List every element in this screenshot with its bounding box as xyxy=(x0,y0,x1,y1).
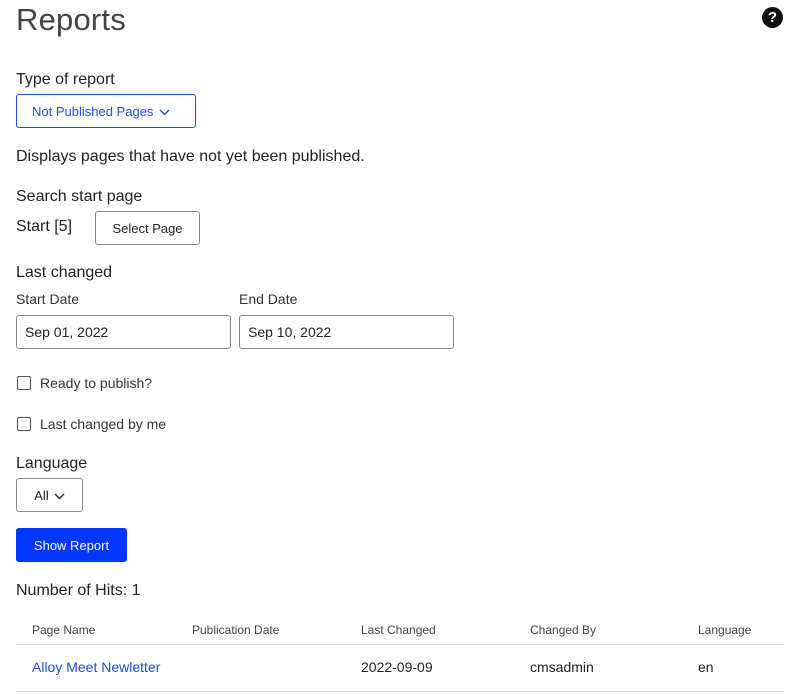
report-type-selected: Not Published Pages xyxy=(32,103,154,119)
start-page-value: Start [5] xyxy=(16,218,73,235)
column-header-language[interactable]: Language xyxy=(698,623,751,637)
last-changed-cell: 2022-09-09 xyxy=(361,659,433,675)
changed-by-cell: cmsadmin xyxy=(530,659,594,675)
end-date-label: End Date xyxy=(239,291,298,307)
table-row-divider xyxy=(16,691,784,692)
page-title: Reports xyxy=(16,2,126,37)
changed-by-me-label: Last changed by me xyxy=(40,416,167,432)
page-name-link[interactable]: Alloy Meet Newletter xyxy=(32,659,160,675)
column-header-last-changed[interactable]: Last Changed xyxy=(361,623,436,637)
language-cell: en xyxy=(698,659,714,675)
help-icon[interactable]: ? xyxy=(762,7,783,28)
changed-by-me-checkbox[interactable] xyxy=(17,417,31,431)
start-date-label: Start Date xyxy=(16,291,80,307)
last-changed-label: Last changed xyxy=(16,264,113,281)
end-date-input[interactable] xyxy=(239,315,454,349)
report-type-dropdown[interactable]: Not Published Pages xyxy=(16,94,196,128)
show-report-button[interactable]: Show Report xyxy=(16,528,127,562)
chevron-down-icon xyxy=(54,488,65,503)
search-start-label: Search start page xyxy=(16,188,143,205)
column-header-page-name[interactable]: Page Name xyxy=(32,623,95,637)
start-date-input[interactable] xyxy=(16,315,231,349)
report-description: Displays pages that have not yet been pu… xyxy=(16,148,365,165)
report-type-label: Type of report xyxy=(16,71,115,88)
language-dropdown[interactable]: All xyxy=(16,478,83,512)
ready-to-publish-label: Ready to publish? xyxy=(40,375,153,391)
column-header-changed-by[interactable]: Changed By xyxy=(530,623,596,637)
select-page-button[interactable]: Select Page xyxy=(95,211,200,245)
chevron-down-icon xyxy=(159,104,170,119)
table-row: Alloy Meet Newletter 2022-09-09 cmsadmin… xyxy=(16,645,784,691)
hits-count: Number of Hits: 1 xyxy=(16,582,141,599)
column-header-publication-date[interactable]: Publication Date xyxy=(192,623,279,637)
language-selected: All xyxy=(34,487,49,503)
ready-to-publish-checkbox[interactable] xyxy=(17,376,31,390)
language-label: Language xyxy=(16,455,88,472)
